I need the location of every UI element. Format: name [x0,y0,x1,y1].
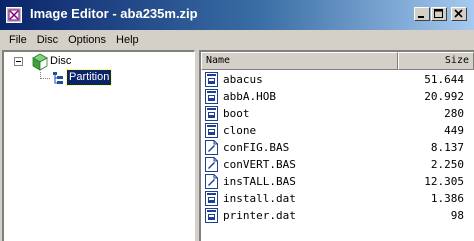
file-size: 449 [444,124,464,137]
file-name: printer.dat [223,209,296,222]
window-title: Image Editor - aba235m.zip [30,6,198,21]
file-size: 1.386 [430,192,464,205]
file-size: 8.137 [430,141,464,154]
list-item[interactable]: boot 280 [201,105,474,122]
binary-file-icon [205,191,218,206]
file-size: 51.644 [424,73,464,86]
file-name: clone [223,124,257,137]
close-icon [454,9,463,18]
list-item[interactable]: conFIG.BAS 8.137 [201,139,474,156]
file-name: boot [223,107,250,120]
tree-connector [40,78,50,79]
file-size: 98 [450,209,464,222]
tree-item-disc[interactable]: Disc [50,55,71,67]
menu-disc[interactable]: Disc [32,34,63,46]
column-header-name[interactable]: Name [201,52,398,70]
image-editor-icon[interactable] [6,7,22,23]
tree-item-partition[interactable]: Partition [65,69,113,86]
file-name: conVERT.BAS [223,158,296,171]
disc-icon [32,53,48,71]
collapse-icon[interactable] [14,57,23,66]
list-item[interactable]: printer.dat 98 [201,207,474,224]
binary-file-icon [205,89,218,104]
close-button[interactable] [451,7,467,21]
list-item[interactable]: clone 449 [201,122,474,139]
maximize-icon [434,9,443,18]
menu-help[interactable]: Help [111,34,144,46]
file-size: 2.250 [430,158,464,171]
file-name: conFIG.BAS [223,141,290,154]
binary-file-icon [205,72,218,87]
file-list[interactable]: Name Size abacus 51.644 abbA.HOB 20.992 boot… [199,50,474,241]
list-item[interactable]: abbA.HOB 20.992 [201,88,474,105]
list-item[interactable]: abacus 51.644 [201,71,474,88]
file-name: install.dat [223,192,296,205]
basic-file-icon [205,157,218,172]
binary-file-icon [205,208,218,223]
file-name: abbA.HOB [223,90,276,103]
list-item[interactable]: install.dat 1.386 [201,190,474,207]
file-name: insTALL.BAS [223,175,296,188]
maximize-button[interactable] [431,7,447,21]
file-size: 280 [444,107,464,120]
file-size: 12.305 [424,175,464,188]
basic-file-icon [205,174,218,189]
title-bar[interactable]: Image Editor - aba235m.zip [0,0,474,30]
column-header-size[interactable]: Size [398,52,474,70]
menu-file[interactable]: File [4,34,32,46]
list-item[interactable]: conVERT.BAS 2.250 [201,156,474,173]
list-item[interactable]: insTALL.BAS 12.305 [201,173,474,190]
binary-file-icon [205,106,218,121]
list-rows: abacus 51.644 abbA.HOB 20.992 boot 280 clone 44… [201,71,474,224]
minimize-icon [418,16,424,18]
file-name: abacus [223,73,263,86]
basic-file-icon [205,140,218,155]
tree-view[interactable]: Disc Partition [2,50,195,241]
binary-file-icon [205,123,218,138]
partition-icon [53,72,63,84]
list-header: Name Size [201,52,474,70]
menu-bar: File Disc Options Help [0,30,474,50]
file-size: 20.992 [424,90,464,103]
minimize-button[interactable] [414,7,430,21]
menu-options[interactable]: Options [63,34,111,46]
